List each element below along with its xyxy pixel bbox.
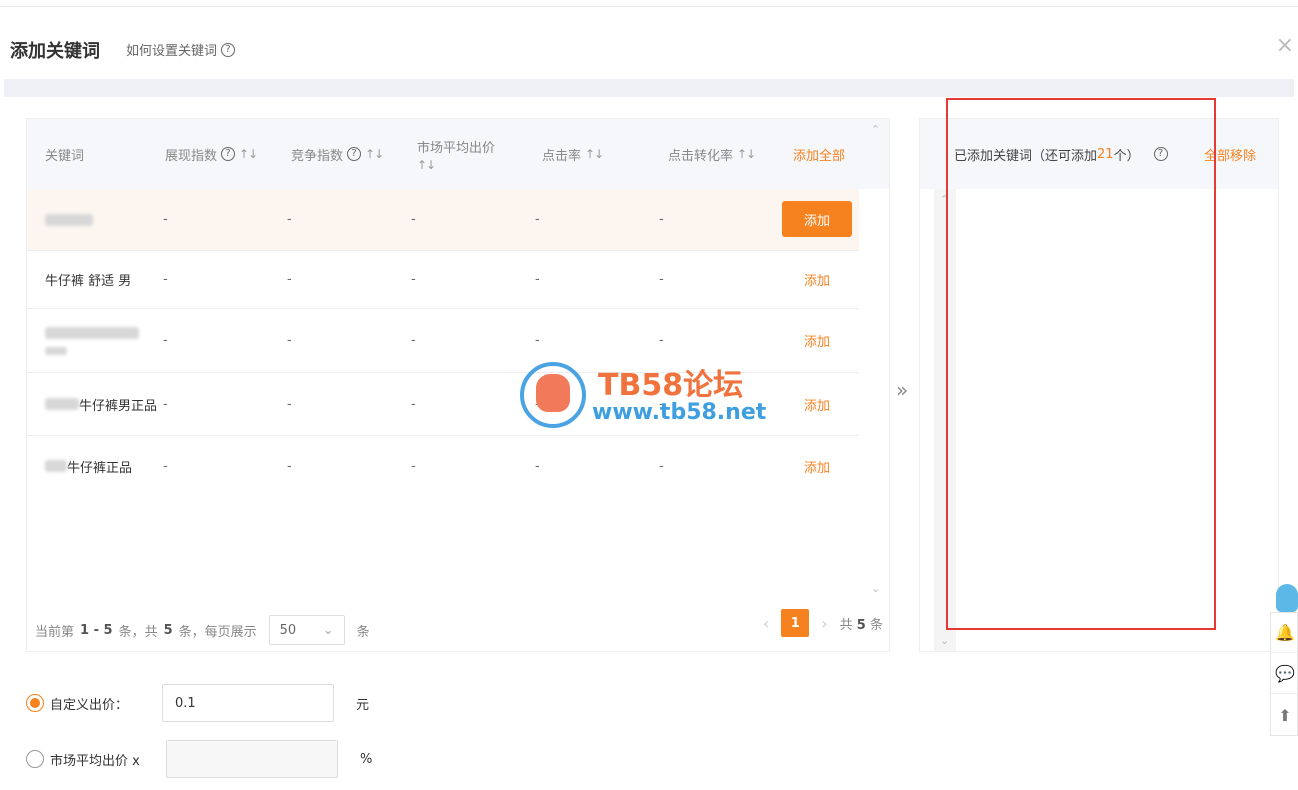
back-to-top-icon[interactable]: ⬆ xyxy=(1271,695,1298,735)
scroll-up-icon[interactable]: ⌃ xyxy=(871,123,880,136)
ctr-cell: - xyxy=(535,458,540,474)
mascot-icon[interactable] xyxy=(1276,584,1298,612)
keyword-cell xyxy=(45,309,139,372)
competition-cell: - xyxy=(287,458,292,474)
add-button[interactable]: 添加 xyxy=(782,436,852,496)
bell-icon[interactable]: 🔔 xyxy=(1271,613,1298,653)
sort-icon[interactable]: ↑↓ xyxy=(417,158,436,172)
forum-watermark: TB58论坛 www.tb58.net xyxy=(520,360,780,430)
add-button[interactable]: 添加 xyxy=(782,251,852,308)
question-icon: ? xyxy=(221,147,236,161)
avg-bid-cell: - xyxy=(411,272,416,287)
watermark-url: www.tb58.net xyxy=(592,400,767,425)
impression-cell: - xyxy=(163,212,168,227)
hand-icon xyxy=(536,374,570,412)
competition-cell: - xyxy=(287,333,292,348)
competition-cell: - xyxy=(287,212,292,227)
custom-bid-input[interactable]: 0.1 xyxy=(162,684,334,722)
prev-page-icon[interactable]: ‹ xyxy=(763,614,769,633)
custom-bid-label: 自定义出价： xyxy=(50,697,129,713)
sort-icon[interactable]: ↑↓ xyxy=(585,147,604,161)
double-chevron-right-icon: » xyxy=(896,378,909,402)
conversion-cell: - xyxy=(659,458,664,474)
column-impression-index[interactable]: 展现指数 ? ↑↓ xyxy=(165,119,258,189)
custom-bid-row: 自定义出价： 0.1 元 xyxy=(26,684,369,722)
column-conversion-rate[interactable]: 点击转化率 ↑↓ xyxy=(668,119,756,189)
column-keyword: 关键词 xyxy=(45,148,85,164)
question-icon: ? xyxy=(347,147,362,161)
keyword-cell xyxy=(45,189,93,250)
blurred-keyword xyxy=(45,346,67,355)
keyword-text: 牛仔裤正品 xyxy=(67,460,133,476)
keyword-help-link[interactable]: 如何设置关键词 ? xyxy=(126,40,236,59)
scroll-down-icon[interactable]: ⌄ xyxy=(940,634,949,647)
table-row[interactable]: 牛仔裤 舒适 男 - - - - - 添加 xyxy=(27,251,859,309)
dialog-header: 添加关键词 如何设置关键词 ? × xyxy=(0,7,1298,79)
avg-bid-cell: - xyxy=(411,212,416,227)
market-bid-unit: % xyxy=(360,751,373,767)
avg-bid-cell: - xyxy=(411,396,416,412)
conversion-cell: - xyxy=(659,272,664,287)
impression-cell: - xyxy=(163,396,168,412)
ctr-cell: - xyxy=(535,212,540,227)
market-bid-label: 市场平均出价 x xyxy=(50,753,140,769)
add-button[interactable]: 添加 xyxy=(782,373,852,435)
competition-cell: - xyxy=(287,396,292,412)
sort-icon[interactable]: ↑↓ xyxy=(239,147,258,161)
market-bid-input[interactable] xyxy=(166,740,338,778)
chat-icon[interactable]: 💬 xyxy=(1271,654,1298,694)
page-button-current[interactable]: 1 xyxy=(781,609,810,637)
keyword-cell: 牛仔裤男正品 xyxy=(45,373,157,435)
keyword-cell: 牛仔裤 舒适 男 xyxy=(45,274,132,289)
custom-bid-radio[interactable] xyxy=(26,694,44,712)
pagination-controls: ‹ 1 › 共 5 条 xyxy=(763,609,883,637)
header-separator xyxy=(4,79,1294,97)
table-row[interactable]: 牛仔裤正品 - - - - - 添加 xyxy=(27,436,859,496)
avg-bid-cell: - xyxy=(411,458,416,474)
conversion-cell: - xyxy=(659,212,664,227)
add-all-button[interactable]: 添加全部 xyxy=(793,119,845,189)
pagination-total: 共 5 条 xyxy=(839,617,883,633)
next-page-icon[interactable]: › xyxy=(821,614,827,633)
sort-icon[interactable]: ↑↓ xyxy=(737,147,756,161)
add-button[interactable]: 添加 xyxy=(782,309,852,372)
add-button[interactable]: 添加 xyxy=(782,201,852,237)
page-size-select[interactable]: 50 ⌄ xyxy=(268,615,345,645)
annotation-highlight-box xyxy=(946,98,1216,630)
table-header: 关键词 展现指数 ? ↑↓ 竞争指数 ? ↑↓ 市场平均出价 ↑↓ 点击率 ↑↓… xyxy=(27,119,889,189)
impression-cell: - xyxy=(163,333,168,348)
ctr-cell: - xyxy=(535,272,540,287)
scroll-down-icon[interactable]: ⌄ xyxy=(871,582,880,595)
impression-cell: - xyxy=(163,272,168,287)
column-market-avg-bid[interactable]: 市场平均出价 ↑↓ xyxy=(417,119,495,189)
avg-bid-cell: - xyxy=(411,333,416,348)
pagination-info: 当前第 1 - 5 条，共 5 条，每页展示 50 ⌄ 条 xyxy=(35,615,370,645)
dialog-title: 添加关键词 xyxy=(10,41,100,62)
custom-bid-unit: 元 xyxy=(356,697,370,713)
table-scrollbar[interactable]: ⌃ ⌄ xyxy=(865,119,887,599)
table-row[interactable]: - - - - - 添加 xyxy=(27,189,859,251)
market-bid-radio[interactable] xyxy=(26,750,44,768)
keyword-text: 牛仔裤男正品 xyxy=(79,398,158,414)
question-icon: ? xyxy=(221,42,236,57)
help-link-label: 如何设置关键词 xyxy=(126,44,218,59)
column-competition-index[interactable]: 竞争指数 ? ↑↓ xyxy=(291,119,384,189)
blurred-keyword xyxy=(45,398,79,410)
blurred-keyword xyxy=(45,460,67,472)
market-bid-row: 市场平均出价 x % xyxy=(26,740,372,778)
close-icon[interactable]: × xyxy=(1276,33,1294,58)
competition-cell: - xyxy=(287,272,292,287)
watermark-title: TB58论坛 xyxy=(598,368,744,403)
sort-icon[interactable]: ↑↓ xyxy=(365,147,384,161)
blurred-keyword xyxy=(45,213,93,226)
column-ctr[interactable]: 点击率 ↑↓ xyxy=(542,119,604,189)
chevron-down-icon: ⌄ xyxy=(322,622,334,638)
keyword-cell: 牛仔裤正品 xyxy=(45,436,132,496)
impression-cell: - xyxy=(163,458,168,474)
blurred-keyword xyxy=(45,326,139,339)
floating-toolbar: 🔔 💬 ⬆ xyxy=(1270,612,1298,736)
